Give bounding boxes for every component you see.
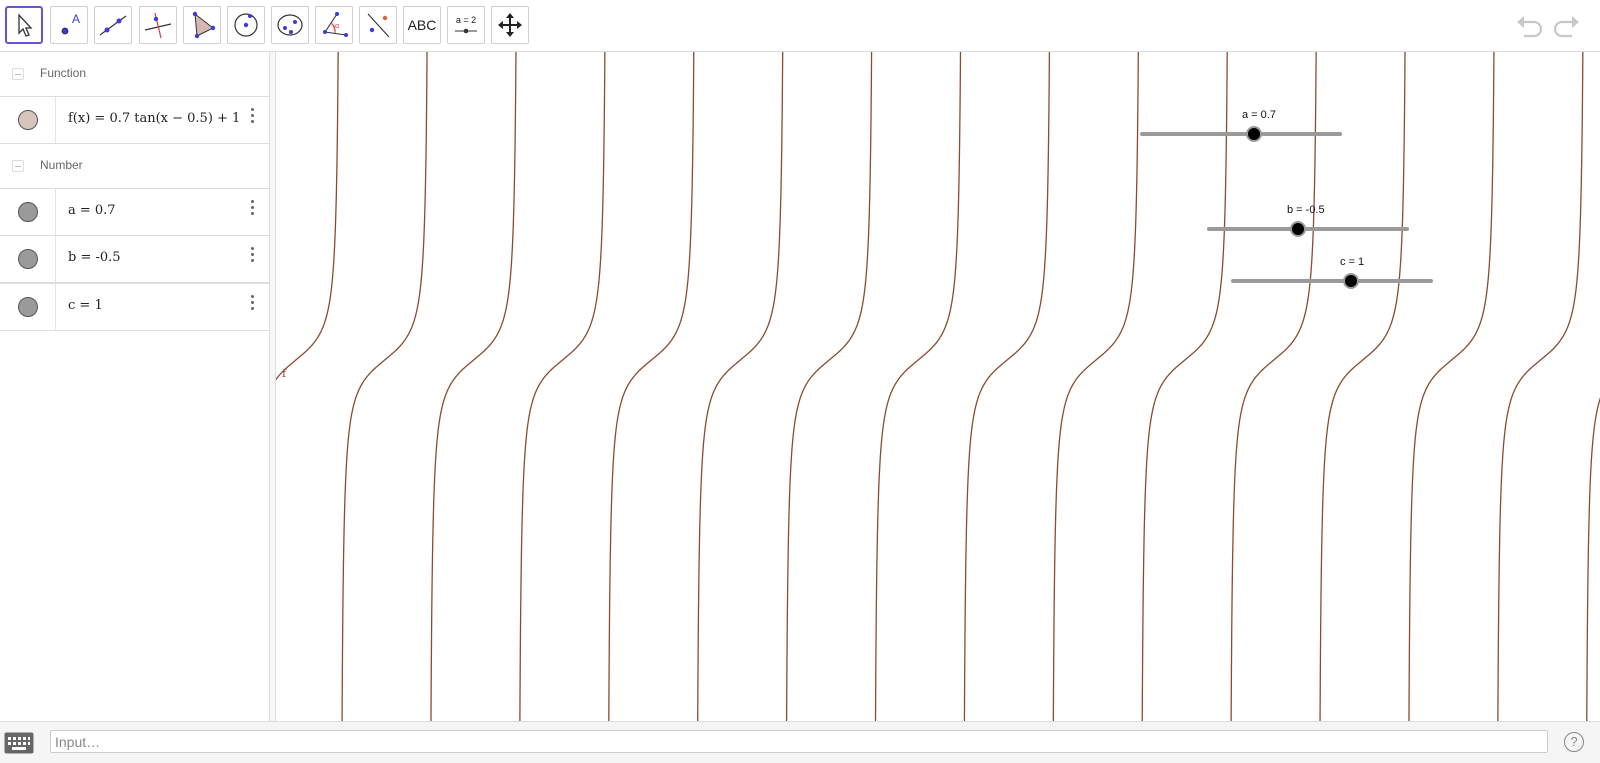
group-header-function: Function — [0, 52, 269, 96]
point-icon: A — [61, 12, 80, 35]
redo-button[interactable] — [1552, 12, 1582, 40]
function-branch[interactable] — [1496, 52, 1585, 721]
function-branch[interactable] — [1229, 52, 1318, 721]
redo-icon — [1553, 16, 1579, 38]
algebra-view: Function f(x) = 0.7 tan(x − 0.5) + 1 Num… — [0, 52, 270, 721]
graphics-view[interactable]: f a = 0.7 b = -0.5 c = 1 — [276, 52, 1600, 721]
function-branch[interactable] — [429, 52, 518, 721]
angle-tool-button[interactable]: α — [315, 6, 353, 44]
function-plot — [276, 52, 1600, 721]
svg-text:A: A — [72, 12, 80, 26]
function-branch[interactable] — [607, 52, 696, 721]
input-bar: ? — [0, 721, 1600, 763]
visibility-toggle[interactable] — [18, 110, 38, 130]
group-label: Function — [40, 66, 87, 80]
text-icon: ABC — [407, 17, 437, 33]
more-options-icon[interactable] — [248, 200, 256, 220]
algebra-input-field[interactable] — [50, 730, 1548, 753]
ellipse-tool-button[interactable] — [271, 6, 309, 44]
text-tool-button[interactable]: ABC — [403, 6, 441, 44]
function-branch[interactable] — [696, 52, 785, 721]
collapse-number-button[interactable] — [12, 160, 24, 172]
algebra-row-f[interactable]: f(x) = 0.7 tan(x − 0.5) + 1 — [0, 96, 269, 144]
point-tool-button[interactable]: A — [50, 6, 88, 44]
algebra-definition[interactable]: c = 1 — [68, 298, 103, 313]
slider-b-label: b = -0.5 — [1287, 204, 1325, 216]
visibility-toggle[interactable] — [18, 202, 38, 222]
ellipse-icon — [277, 14, 303, 36]
move-arrows-icon — [498, 13, 522, 37]
pointer-arrow-icon — [18, 13, 33, 37]
help-icon[interactable]: ? — [1564, 732, 1584, 752]
slider-icon: a = 2 — [455, 15, 477, 34]
toolbar: A α ABC a = 2 — [0, 0, 1600, 52]
line-icon — [99, 15, 127, 36]
undo-button[interactable] — [1514, 12, 1544, 40]
undo-icon — [1517, 16, 1543, 38]
function-branch[interactable] — [340, 52, 429, 721]
svg-text:a = 2: a = 2 — [456, 15, 476, 25]
function-label: f — [282, 367, 287, 380]
function-branch[interactable] — [1318, 52, 1407, 721]
more-options-icon[interactable] — [248, 295, 256, 315]
move-graphics-tool-button[interactable] — [491, 6, 529, 44]
slider-tool-button[interactable]: a = 2 — [447, 6, 485, 44]
algebra-row-b[interactable]: b = -0.5 — [0, 235, 269, 283]
marble-column — [0, 284, 56, 330]
group-header-number: Number — [0, 144, 269, 188]
collapse-function-button[interactable] — [12, 68, 24, 80]
more-options-icon[interactable] — [248, 247, 256, 267]
slider-c-label: c = 1 — [1340, 256, 1365, 268]
function-branch[interactable] — [1052, 52, 1141, 721]
perpendicular-line-icon — [144, 12, 172, 39]
algebra-row-c[interactable]: c = 1 — [0, 283, 269, 331]
perpendicular-tool-button[interactable] — [139, 6, 177, 44]
marble-column — [0, 97, 56, 143]
function-branch[interactable] — [276, 52, 340, 400]
circle-tool-button[interactable] — [227, 6, 265, 44]
angle-icon: α — [323, 12, 348, 37]
keyboard-icon[interactable] — [4, 732, 34, 754]
algebra-definition[interactable]: b = -0.5 — [68, 250, 121, 265]
move-tool-button[interactable] — [5, 6, 43, 44]
visibility-toggle[interactable] — [18, 249, 38, 269]
function-branch[interactable] — [785, 52, 874, 721]
polygon-tool-button[interactable] — [183, 6, 221, 44]
reflect-tool-button[interactable] — [359, 6, 397, 44]
function-branch[interactable] — [963, 52, 1052, 721]
reflect-icon — [367, 13, 390, 38]
function-branch[interactable] — [518, 52, 607, 721]
algebra-definition[interactable]: f(x) = 0.7 tan(x − 0.5) + 1 — [68, 111, 240, 126]
svg-text:α: α — [335, 23, 339, 30]
marble-column — [0, 189, 56, 235]
algebra-definition[interactable]: a = 0.7 — [68, 203, 116, 218]
function-branch[interactable] — [1585, 380, 1600, 721]
line-tool-button[interactable] — [94, 6, 132, 44]
marble-column — [0, 236, 56, 282]
more-options-icon[interactable] — [248, 108, 256, 128]
group-label: Number — [40, 158, 83, 172]
visibility-toggle[interactable] — [18, 297, 38, 317]
algebra-row-a[interactable]: a = 0.7 — [0, 188, 269, 236]
circle-center-point-icon — [234, 13, 258, 37]
function-branch[interactable] — [1407, 52, 1496, 721]
function-branch[interactable] — [874, 52, 963, 721]
slider-a-label: a = 0.7 — [1242, 109, 1276, 121]
polygon-icon — [192, 11, 216, 39]
function-branch[interactable] — [1141, 52, 1230, 721]
